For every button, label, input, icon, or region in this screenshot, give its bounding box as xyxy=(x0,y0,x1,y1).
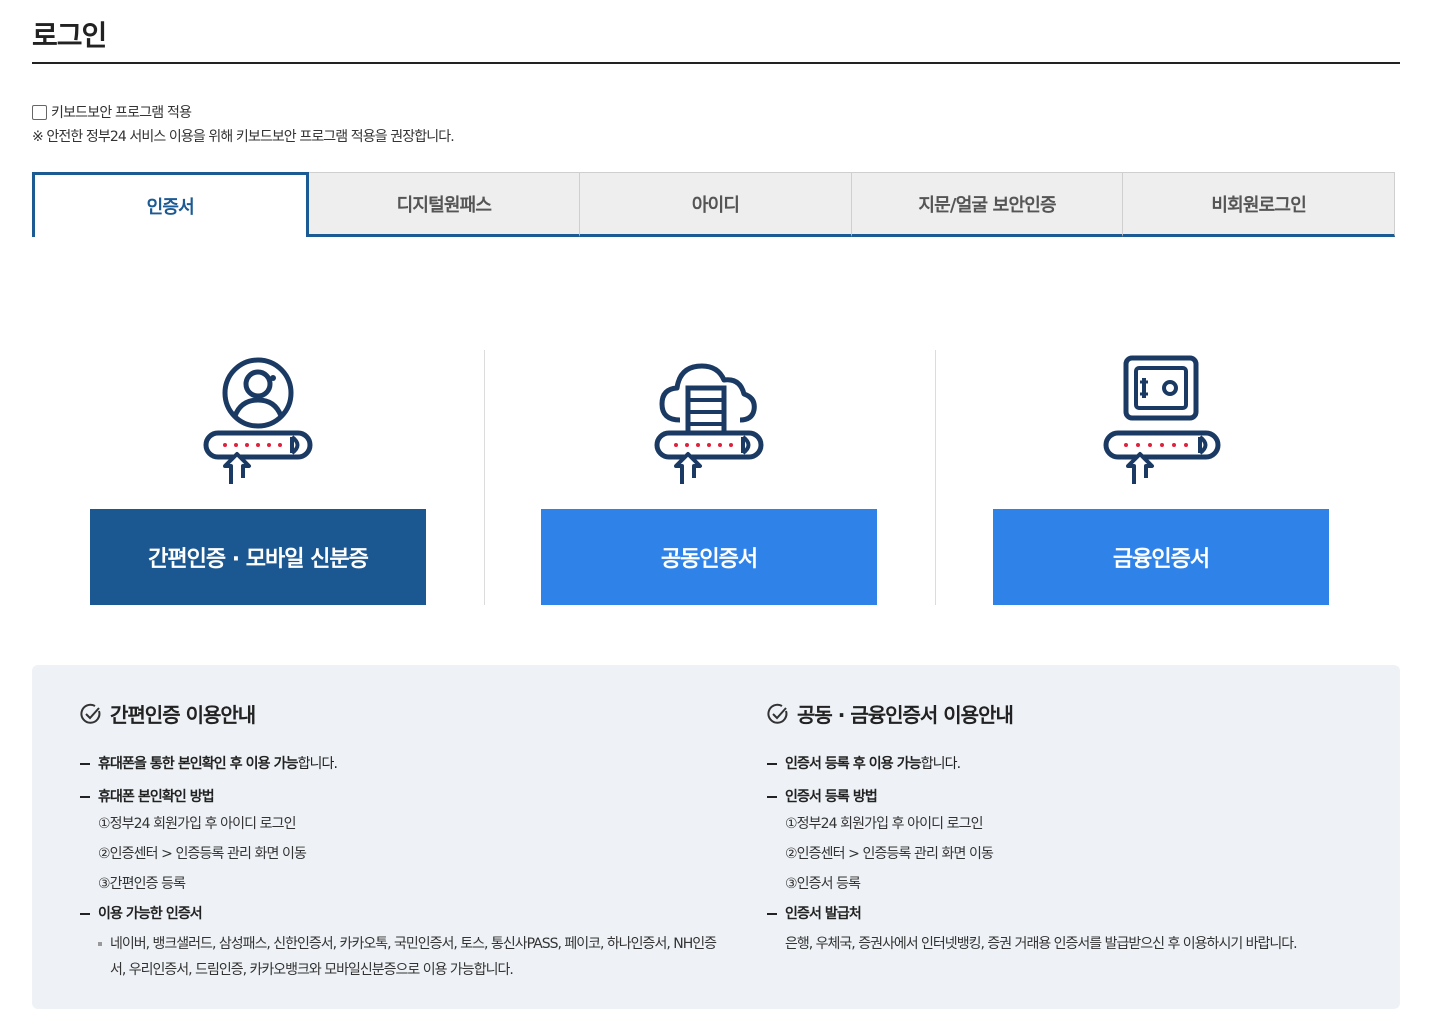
option-divider xyxy=(484,350,485,605)
guide-step: ①정부24 회원가입 후 아이디 로그인 xyxy=(785,816,984,832)
guide-step: ②인증센터 > 인증등록 관리 화면 이동 xyxy=(98,846,307,862)
guide-item: 이용 가능한 인증서 xyxy=(80,904,740,924)
keyboard-security-checkbox[interactable] xyxy=(32,104,47,120)
cert-issuer-text: 은행, 우체국, 증권사에서 인터넷뱅킹, 증권 거래용 인증서를 발급받으신 … xyxy=(785,936,1298,952)
joint-cert-button[interactable]: 공동인증서 xyxy=(541,509,877,605)
tab-biometric[interactable]: 지문/얼굴 보안인증 xyxy=(851,172,1124,237)
simple-auth-button[interactable]: 간편인증 · 모바일 신분증 xyxy=(90,509,426,605)
tab-guest-login[interactable]: 비회원로그인 xyxy=(1123,172,1395,237)
guide-item: 휴대폰 본인확인 방법 xyxy=(80,787,740,807)
guide-step: ③간편인증 등록 xyxy=(98,876,186,892)
cert-guide-title: 공동 · 금융인증서 이용안내 xyxy=(767,699,1427,728)
user-circle-icon xyxy=(203,357,313,484)
cloud-server-icon xyxy=(654,363,764,484)
guide-step: ①정부24 회원가입 후 아이디 로그인 xyxy=(98,816,297,832)
guide-step: ③인증서 등록 xyxy=(785,876,861,892)
guide-step: ②인증센터 > 인증등록 관리 화면 이동 xyxy=(785,846,994,862)
login-options: 간편인증 · 모바일 신분증 공동인증서 금융인증서 xyxy=(32,340,1400,605)
option-divider xyxy=(935,350,936,605)
keyboard-security-row[interactable]: 키보드보안 프로그램 적용 xyxy=(32,102,192,122)
check-circle-icon xyxy=(767,703,788,724)
available-certs-text: 네이버, 뱅크샐러드, 삼성패스, 신한인증서, 카카오톡, 국민인증서, 토스… xyxy=(80,931,730,983)
simple-auth-guide: 간편인증 이용안내 휴대폰을 통한 본인확인 후 이용 가능합니다. 휴대폰 본… xyxy=(80,699,740,983)
safe-icon xyxy=(1103,355,1221,484)
page-title: 로그인 xyxy=(32,19,107,52)
login-tabs: 인증서 디지털원패스 아이디 지문/얼굴 보안인증 비회원로그인 xyxy=(32,172,1395,237)
keyboard-security-note: ※ 안전한 정부24 서비스 이용을 위해 키보드보안 프로그램 적용을 권장합… xyxy=(32,129,455,145)
login-option-financial-cert: 금융인증서 xyxy=(993,340,1329,605)
login-option-simple: 간편인증 · 모바일 신분증 xyxy=(90,340,426,605)
login-option-joint-cert: 공동인증서 xyxy=(541,340,877,605)
tab-digital-onepass[interactable]: 디지털원패스 xyxy=(308,172,581,237)
financial-cert-button[interactable]: 금융인증서 xyxy=(993,509,1329,605)
keyboard-security-label[interactable]: 키보드보안 프로그램 적용 xyxy=(51,102,192,122)
simple-guide-title: 간편인증 이용안내 xyxy=(80,699,740,728)
guide-item: 인증서 등록 후 이용 가능합니다. xyxy=(767,754,1427,774)
guide-item: 인증서 발급처 xyxy=(767,904,1427,924)
tab-certificate[interactable]: 인증서 xyxy=(32,172,309,237)
tab-id[interactable]: 아이디 xyxy=(580,172,852,237)
guide-item: 휴대폰을 통한 본인확인 후 이용 가능합니다. xyxy=(80,754,740,774)
check-circle-icon xyxy=(80,703,101,724)
usage-guide: 간편인증 이용안내 휴대폰을 통한 본인확인 후 이용 가능합니다. 휴대폰 본… xyxy=(32,665,1400,1009)
cert-guide: 공동 · 금융인증서 이용안내 인증서 등록 후 이용 가능합니다. 인증서 등… xyxy=(767,699,1427,957)
guide-item: 인증서 등록 방법 xyxy=(767,787,1427,807)
title-divider xyxy=(32,62,1400,64)
